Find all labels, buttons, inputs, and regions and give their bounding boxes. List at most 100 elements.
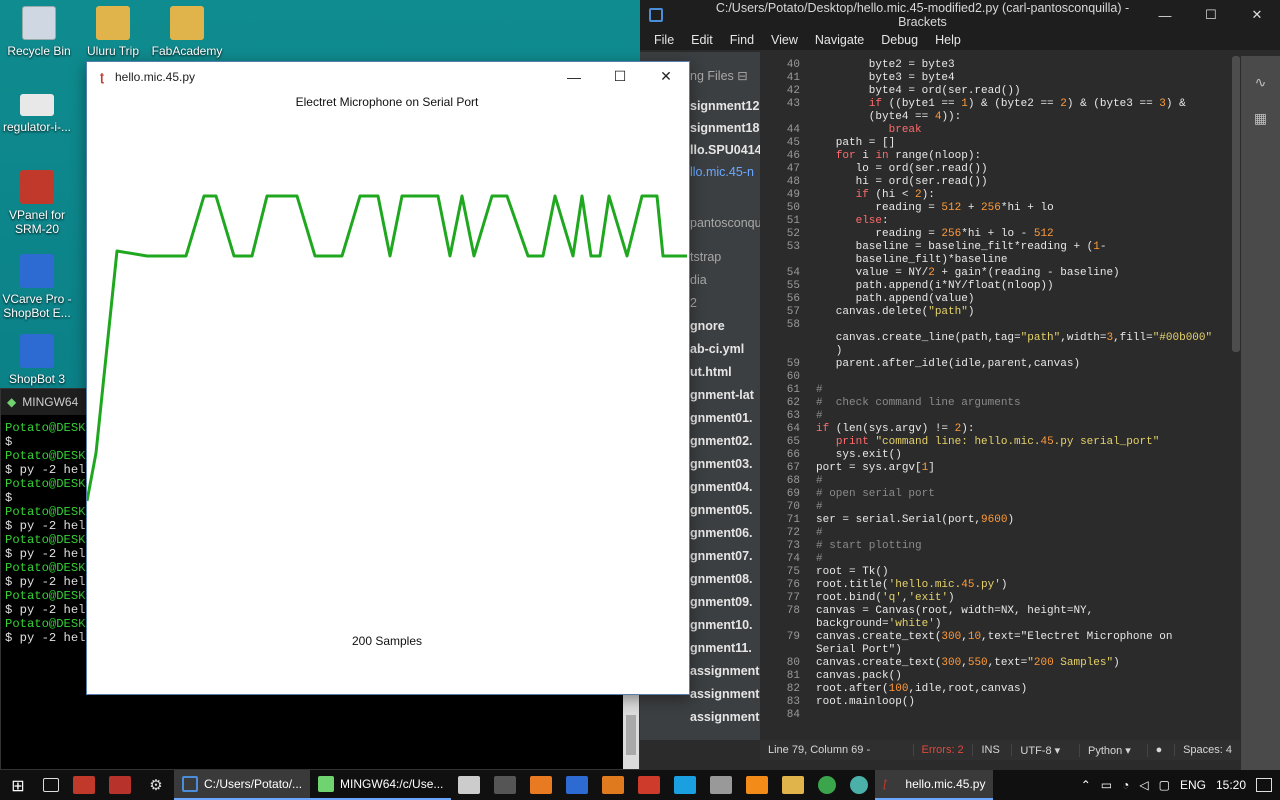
insert-mode[interactable]: INS xyxy=(973,744,1013,756)
menu-debug[interactable]: Debug xyxy=(881,33,918,47)
indent-setting[interactable]: Spaces: 4 xyxy=(1175,744,1240,756)
brackets-titlebar[interactable]: C:/Users/Potato/Desktop/hello.mic.45-mod… xyxy=(640,0,1280,30)
network-icon[interactable]: ◔ xyxy=(1122,778,1129,792)
code-line[interactable]: hi = ord(ser.read()) xyxy=(816,176,988,188)
code-line[interactable]: canvas.pack() xyxy=(816,670,902,682)
chevron-up-icon[interactable]: ⌃ xyxy=(1081,778,1091,792)
volume-icon[interactable]: ◁ xyxy=(1139,778,1148,792)
start-windows-icon[interactable]: ⊞ xyxy=(7,776,29,795)
pinned-app-icon[interactable] xyxy=(850,776,869,794)
code-line[interactable]: if ((byte1 == 1) & (byte2 == 2) & (byte3… xyxy=(816,98,1186,110)
live-preview-icon[interactable]: ∿ xyxy=(1250,74,1272,92)
encoding-select[interactable]: UTF-8 ▾ xyxy=(1012,743,1080,757)
language-select[interactable]: Python ▾ xyxy=(1080,743,1148,757)
file-tree-item[interactable]: gnment10. xyxy=(690,618,753,632)
code-editor[interactable]: byte2 = byte3 byte3 = byte4 byte4 = ord(… xyxy=(816,56,1240,740)
battery-icon[interactable]: ▭ xyxy=(1101,778,1112,792)
working-files-header[interactable]: ng Files ⊟ xyxy=(690,68,748,83)
desktop-icon-shopbot[interactable]: ShopBot 3 xyxy=(0,334,74,386)
pinned-app-icon[interactable] xyxy=(602,776,625,794)
pinned-app-icon[interactable] xyxy=(109,776,131,794)
file-tree-item[interactable]: gnment03. xyxy=(690,457,753,471)
code-line[interactable]: root.bind('q','exit') xyxy=(816,592,955,604)
code-line[interactable]: canvas = Canvas(root, width=NX, height=N… xyxy=(816,605,1093,617)
code-line[interactable]: value = NY/2 + gain*(reading - baseline) xyxy=(816,267,1120,279)
file-tree-item[interactable]: gnment09. xyxy=(690,595,753,609)
pinned-app-icon[interactable] xyxy=(638,776,661,794)
notification-bubble-icon[interactable]: ▢ xyxy=(1159,778,1170,792)
code-line[interactable]: canvas.create_text(300,550,text="200 Sam… xyxy=(816,657,1120,669)
settings-gear-icon[interactable]: ⚙ xyxy=(145,776,167,794)
file-explorer-icon[interactable] xyxy=(782,776,805,794)
working-file-item[interactable]: signment12.h xyxy=(690,99,771,113)
desktop-icon-vcarve[interactable]: VCarve Pro - ShopBot E... xyxy=(0,254,74,320)
menu-navigate[interactable]: Navigate xyxy=(815,33,864,47)
maximize-icon[interactable]: ☐ xyxy=(597,68,643,85)
menu-find[interactable]: Find xyxy=(730,33,754,47)
code-line[interactable]: if (hi < 2): xyxy=(816,189,935,201)
code-line[interactable]: break xyxy=(816,124,922,136)
code-line[interactable]: # start plotting xyxy=(816,540,922,552)
pinned-app-icon[interactable] xyxy=(458,776,481,794)
linter-status-icon[interactable]: ● xyxy=(1148,744,1176,756)
code-line[interactable]: ser = serial.Serial(port,9600) xyxy=(816,514,1014,526)
file-tree-item[interactable]: gnment-lat xyxy=(690,388,754,402)
code-line[interactable]: sys.exit() xyxy=(816,449,902,461)
code-line[interactable]: path.append(value) xyxy=(816,293,975,305)
project-dropdown[interactable]: pantosconqui xyxy=(690,216,764,230)
desktop-icon-fabacademy[interactable]: FabAcademy xyxy=(150,6,224,58)
code-line[interactable]: for i in range(nloop): xyxy=(816,150,981,162)
file-tree-item[interactable]: gnment02. xyxy=(690,434,753,448)
code-line[interactable]: port = sys.argv[1] xyxy=(816,462,935,474)
code-line[interactable]: byte4 = ord(ser.read()) xyxy=(816,85,1021,97)
taskbar-tk-window[interactable]: ʈ hello.mic.45.py xyxy=(875,770,994,800)
working-file-item[interactable]: llo.SPU0414H xyxy=(690,143,771,157)
pinned-app-icon[interactable] xyxy=(530,776,553,794)
cursor-position[interactable]: Line 79, Column 69 - xyxy=(760,744,914,756)
file-tree-item[interactable]: ab-ci.yml xyxy=(690,342,744,356)
file-tree-item[interactable]: dia xyxy=(690,273,707,287)
code-line[interactable]: Serial Port") xyxy=(816,644,902,656)
code-line[interactable]: baseline_filt)*baseline xyxy=(816,254,1008,266)
action-center-icon[interactable] xyxy=(1256,778,1272,792)
code-line[interactable]: baseline = baseline_filt*reading + (1- xyxy=(816,241,1107,253)
maximize-icon[interactable]: ☐ xyxy=(1188,7,1234,23)
code-line[interactable]: # xyxy=(816,553,823,565)
code-line[interactable]: root = Tk() xyxy=(816,566,889,578)
code-line[interactable]: (byte4 == 4)): xyxy=(816,111,961,123)
taskbar-mingw[interactable]: MINGW64:/c/Use... xyxy=(310,770,452,800)
file-tree-item[interactable]: gnment11. xyxy=(690,641,752,655)
close-icon[interactable]: ✕ xyxy=(1234,7,1280,23)
code-line[interactable]: canvas.create_text(300,10,text="Electret… xyxy=(816,631,1172,643)
pinned-app-icon[interactable] xyxy=(710,776,733,794)
code-line[interactable]: path.append(i*NY/float(nloop)) xyxy=(816,280,1054,292)
language-indicator[interactable]: ENG xyxy=(1180,778,1206,792)
vlc-icon[interactable] xyxy=(746,776,769,794)
file-tree-item[interactable]: gnment01. xyxy=(690,411,753,425)
file-tree-item[interactable]: tstrap xyxy=(690,250,721,264)
code-line[interactable]: if (len(sys.argv) != 2): xyxy=(816,423,974,435)
code-line[interactable]: # check command line arguments xyxy=(816,397,1021,409)
code-line[interactable]: path = [] xyxy=(816,137,895,149)
desktop-icon-regulator[interactable]: regulator-i-... xyxy=(0,94,74,134)
file-tree-item[interactable]: gnment06. xyxy=(690,526,753,540)
chrome-icon[interactable] xyxy=(818,776,837,794)
code-line[interactable]: root.mainloop() xyxy=(816,696,915,708)
code-line[interactable]: reading = 512 + 256*hi + lo xyxy=(816,202,1053,214)
menu-view[interactable]: View xyxy=(771,33,798,47)
menu-edit[interactable]: Edit xyxy=(691,33,713,47)
file-tree-item[interactable]: gnment08. xyxy=(690,572,753,586)
scrollbar-thumb[interactable] xyxy=(1232,56,1240,352)
working-file-item[interactable]: llo.mic.45-n xyxy=(690,165,754,179)
desktop-icon-recycle-bin[interactable]: Recycle Bin xyxy=(2,6,76,58)
code-line[interactable]: # xyxy=(816,475,823,487)
file-tree-item[interactable]: 2 xyxy=(690,296,697,310)
minimize-icon[interactable]: — xyxy=(551,69,597,85)
minimize-icon[interactable]: — xyxy=(1142,8,1188,23)
pinned-app-icon[interactable] xyxy=(674,776,697,794)
code-line[interactable]: canvas.create_line(path,tag="path",width… xyxy=(816,332,1212,344)
desktop-icon-uluru-trip[interactable]: Uluru Trip xyxy=(76,6,150,58)
code-line[interactable]: canvas.delete("path") xyxy=(816,306,975,318)
code-line[interactable]: background='white') xyxy=(816,618,941,630)
tk-plot-window[interactable]: ʈ hello.mic.45.py — ☐ ✕ Electret Microph… xyxy=(86,61,690,695)
